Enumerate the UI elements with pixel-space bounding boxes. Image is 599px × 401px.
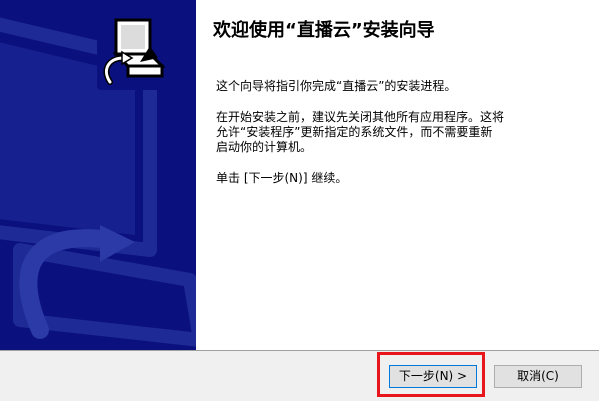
advice-text: 在开始安装之前，建议先关闭其他所有应用程序。这将 允许“安装程序”更新指定的系统… (216, 110, 572, 155)
banner-graphic (0, 0, 196, 350)
advice-line-1: 在开始安装之前，建议先关闭其他所有应用程序。这将 (216, 110, 505, 124)
advice-line-3: 启动你的计算机。 (216, 140, 313, 154)
wizard-side-banner (0, 0, 196, 350)
installer-computer-icon (97, 14, 173, 90)
next-button[interactable]: 下一步(N) > (389, 365, 477, 388)
wizard-content: 欢迎使用“直播云”安装向导 这个向导将指引你完成“直播云”的安装进程。 在开始安… (196, 0, 599, 350)
advice-line-2: 允许“安装程序”更新指定的系统文件，而不需要重新 (216, 125, 493, 139)
intro-text: 这个向导将指引你完成“直播云”的安装进程。 (216, 79, 457, 93)
button-bar: 下一步(N) > 取消(C) (0, 350, 599, 401)
cancel-button[interactable]: 取消(C) (494, 365, 582, 388)
wizard-title: 欢迎使用“直播云”安装向导 (213, 20, 435, 41)
installer-window: 欢迎使用“直播云”安装向导 这个向导将指引你完成“直播云”的安装进程。 在开始安… (0, 0, 599, 401)
continue-instruction: 单击 [下一步(N)] 继续。 (216, 171, 348, 185)
